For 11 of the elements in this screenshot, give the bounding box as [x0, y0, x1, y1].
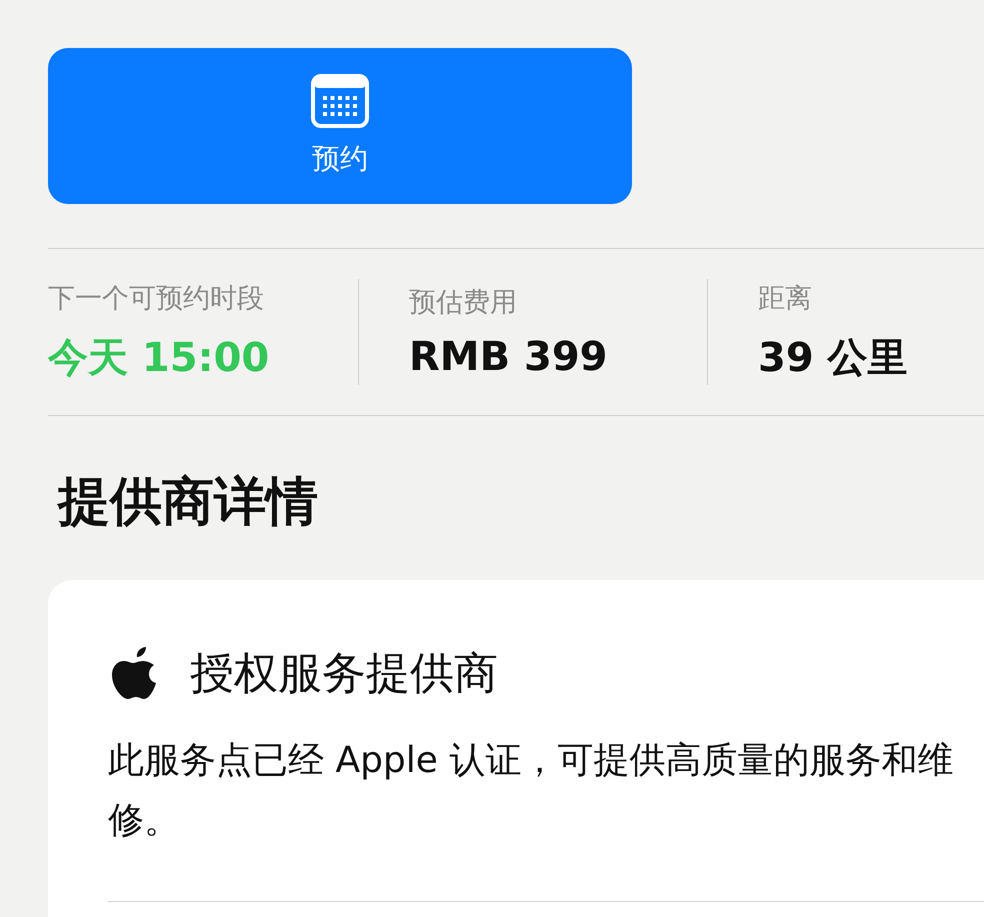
stat-value: 39 公里: [758, 334, 908, 382]
card-description: 此服务点已经 Apple 认证，可提供高质量的服务和维修。: [108, 739, 954, 843]
stat-label: 下一个可预约时段: [48, 282, 265, 316]
stat-label: 预估费用: [409, 286, 518, 320]
stat-value: 今天 15:00: [48, 334, 270, 382]
stat-label: 距离: [758, 282, 813, 316]
appointment-button[interactable]: 预约: [48, 48, 632, 204]
card-title: 授权服务提供商: [190, 647, 498, 701]
stat-value: RMB 399: [409, 334, 609, 380]
calendar-icon: [311, 74, 369, 128]
section-title: 提供商详情: [58, 476, 319, 528]
